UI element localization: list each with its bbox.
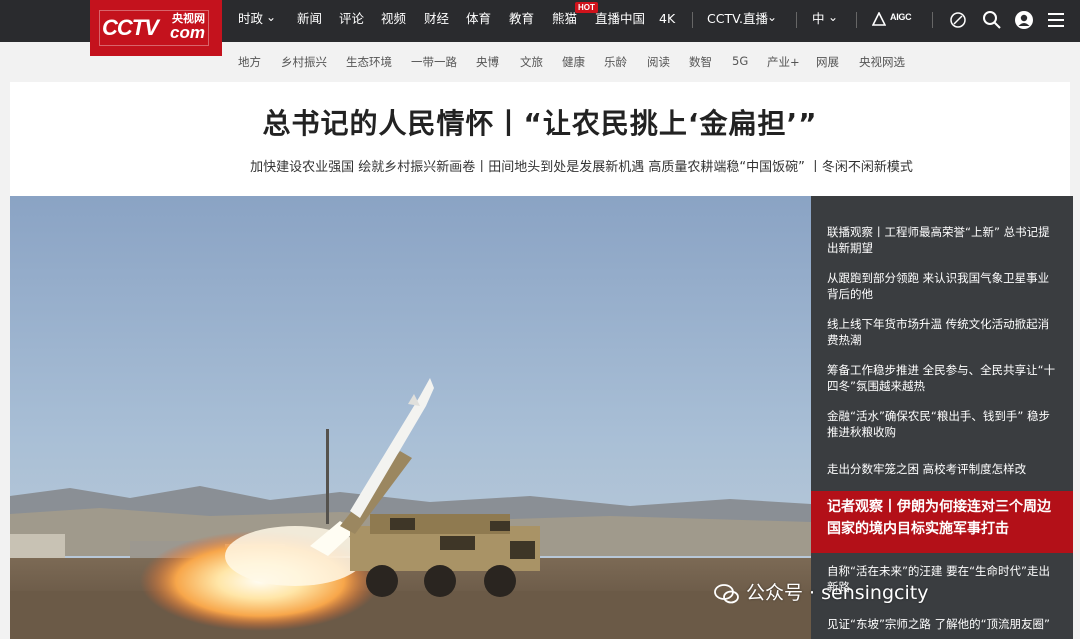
subnav-item[interactable]: 央视网选 [859,54,905,70]
aigc-logo-icon[interactable] [872,12,886,26]
headline-title[interactable]: 总书记的人民情怀丨“让农民挑上‘金扁担’” [0,102,1080,142]
nav-item-shizheng[interactable]: 时政 [238,0,263,42]
nav-item-cctv-live[interactable]: CCTV.直播 [707,0,768,42]
subnav-item[interactable]: 文旅 [520,54,543,70]
nav-item-panda[interactable]: 熊猫 [552,0,577,42]
user-avatar-icon[interactable] [1014,10,1034,30]
side-news-link[interactable]: 走出分数牢笼之困 高校考评制度怎样改 [827,461,1059,477]
side-news-link[interactable]: 从跟跑到部分领跑 来认识我国气象卫星事业背后的他 [827,270,1059,302]
divider [692,12,693,28]
subnav-item[interactable]: 产业+ [767,54,800,70]
subnav-item[interactable]: 生态环境 [346,54,392,70]
side-news-link[interactable]: 联播观察丨工程师最高荣誉“上新” 总书记提出新期望 [827,224,1059,256]
subnav-item[interactable]: 央博 [476,54,499,70]
divider [932,12,933,28]
subnav-item[interactable]: 乡村振兴 [281,54,327,70]
side-news-link[interactable]: 见证“东坡”宗师之路 了解他的“顶流朋友圈” [827,616,1059,632]
nav-item-education[interactable]: 教育 [509,0,534,42]
side-news-link[interactable]: 金融“活水”确保农民“粮出手、钱到手” 稳步推进秋粮收购 [827,408,1059,440]
featured-story[interactable]: 记者观察丨伊朗为何接连对三个周边国家的境内目标实施军事打击 [811,491,1073,553]
search-icon[interactable] [982,10,1002,30]
side-news-panel: 联播观察丨工程师最高荣誉“上新” 总书记提出新期望 从跟跑到部分领跑 来认识我国… [811,196,1073,639]
side-news-link[interactable]: 线上线下年货市场升温 传统文化活动掀起消费热潮 [827,316,1059,348]
chevron-down-icon[interactable]: ⌄ [828,10,838,24]
nav-item-comment[interactable]: 评论 [339,0,364,42]
divider [796,12,797,28]
nav-item-news[interactable]: 新闻 [297,0,322,42]
cctv-logo[interactable]: CCTV 央视网 com [90,0,222,56]
nav-item-sports[interactable]: 体育 [466,0,491,42]
page-margin [1073,196,1080,639]
subnav-item[interactable]: 数智 [689,54,712,70]
subnav-item[interactable]: 一带一路 [411,54,457,70]
divider [856,12,857,28]
headline-subtitle[interactable]: 加快建设农业强国 绘就乡村振兴新画卷丨田间地头到处是发展新机遇 高质量农耕端稳“… [0,156,1080,175]
nav-item-finance[interactable]: 财经 [424,0,449,42]
nav-item-live-china[interactable]: 直播中国 [595,0,645,42]
hero-image[interactable] [10,196,811,639]
chevron-down-icon[interactable]: ⌄ [767,10,777,24]
menu-icon[interactable] [1047,11,1065,29]
subnav-item[interactable]: 网展 [816,54,839,70]
subnav-item[interactable]: 健康 [562,54,585,70]
wechat-icon [714,584,739,604]
chevron-down-icon[interactable]: ⌄ [266,10,276,24]
nav-item-4k[interactable]: 4K [659,0,675,42]
logo-com-text: com [170,23,205,42]
watermark-text: 公众号 · sensingcity [746,582,929,604]
subnav-item[interactable]: 地方 [238,54,261,70]
language-selector[interactable]: 中 [812,0,825,42]
nav-item-video[interactable]: 视频 [381,0,406,42]
subnav-item[interactable]: 阅读 [647,54,670,70]
logo-cctv-text: CCTV [102,15,159,40]
side-news-link[interactable]: 筹备工作稳步推进 全民参与、全民共享让“十四冬”氛围越来越热 [827,362,1059,394]
subnav-item[interactable]: 乐龄 [604,54,627,70]
missile-launch-photo [10,196,811,639]
accessibility-icon[interactable] [948,10,968,30]
featured-story-title: 记者观察丨伊朗为何接连对三个周边国家的境内目标实施军事打击 [827,499,1051,537]
subnav-item[interactable]: 5G [732,54,748,68]
aigc-label[interactable]: AIGC [890,12,912,22]
